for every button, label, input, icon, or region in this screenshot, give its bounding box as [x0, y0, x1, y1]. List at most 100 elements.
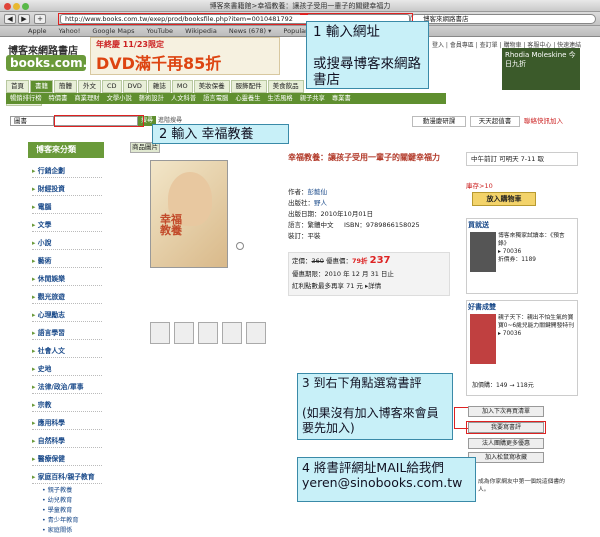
pointer-line: [454, 407, 468, 408]
tab-mo[interactable]: MO: [171, 80, 193, 93]
subnav-item[interactable]: 文學小說: [107, 95, 132, 102]
window-titlebar: 博客來書籍館>幸福教養：讓孩子受用一輩子的關鍵幸福力: [0, 0, 600, 12]
add-favorite-button[interactable]: 加入松鼠寫收藏: [468, 452, 544, 463]
pointer-line: [300, 14, 308, 15]
bonus-points[interactable]: 紅利點數最多再享 71 元 ▸詳情: [292, 282, 381, 291]
subnav-item[interactable]: 暢銷排行榜: [10, 95, 41, 102]
site-logo[interactable]: books.com.tw: [6, 55, 104, 71]
category-select[interactable]: 圖書: [10, 116, 54, 126]
sidebar-item[interactable]: 行銷企劃: [32, 165, 102, 178]
daily-deal-button[interactable]: 天天超值書: [470, 116, 520, 127]
promo-banner-title: DVD滿千再85折: [96, 54, 222, 73]
subnav-item[interactable]: 特價書: [48, 95, 67, 102]
bundle-text[interactable]: 親子天下：親出不怕生氣的寶寶0~6歲兒能力關鍵開發特刊 ▸ 70036: [498, 314, 576, 338]
bundle-image[interactable]: [470, 314, 496, 364]
author-row: 作者：彭懿仙: [288, 188, 327, 197]
thumbnail[interactable]: [174, 322, 194, 344]
close-icon[interactable]: [4, 3, 11, 10]
main-nav: 首頁書籍簡體外文CDDVD雜誌MO美妝保養服飾配件美食飲品創意生活: [6, 80, 306, 106]
sidebar-subitem[interactable]: 親子教養: [42, 486, 73, 496]
sidebar-item[interactable]: 文學: [32, 219, 102, 232]
bookmark-item[interactable]: YouTube: [147, 27, 173, 35]
author-link[interactable]: 彭懿仙: [308, 188, 328, 196]
bookmark-item[interactable]: Wikipedia: [185, 27, 217, 35]
first-reviewer-text: 成為你家網友中第一個說這個書的人。: [478, 479, 565, 493]
instruction-note-4: 4 將書評網址MAIL給我們 yeren@sinobooks.com.tw: [297, 457, 476, 502]
gift-image[interactable]: [470, 232, 496, 272]
sidebar-item[interactable]: 應用科學: [32, 417, 102, 430]
subnav-item[interactable]: 親子共享: [300, 95, 325, 102]
sidebar-item[interactable]: 語言學習: [32, 327, 102, 340]
pointer-line: [454, 428, 468, 429]
sidebar-subitem[interactable]: 家庭關係: [42, 526, 73, 536]
tab-fashion[interactable]: 服飾配件: [230, 80, 267, 93]
minimize-icon[interactable]: [13, 3, 20, 10]
price-row: 定價：360 優惠價：79折 237: [292, 256, 391, 266]
tab-foreign[interactable]: 外文: [78, 80, 101, 93]
instruction-note-2: 2 輸入 幸福教養: [152, 124, 289, 144]
gift-text[interactable]: 博客來獨家試讀本：《預言錄》 ▸ 70036 折價券：1189: [498, 232, 576, 264]
sidebar-item[interactable]: 自然科學: [32, 435, 102, 448]
instruction-note-1: 1 輸入網址 或搜尋博客來網路書店: [306, 21, 429, 89]
browser-search-input[interactable]: 博客來網路書店: [410, 14, 596, 24]
sidebar-item[interactable]: 史地: [32, 363, 102, 376]
thumbnail[interactable]: [198, 322, 218, 344]
list-price-label: 定價：: [292, 257, 312, 265]
discount-label: 優惠價：: [326, 257, 352, 265]
bookmark-item[interactable]: News (678) ▾: [229, 27, 271, 35]
subnav-item[interactable]: 語言電腦: [203, 95, 228, 102]
discount-period: 優惠期限：2010 年 12 月 31 日止: [292, 270, 394, 278]
side-ad[interactable]: Rhodia Moleskine 今日九折: [502, 48, 580, 90]
sidebar-item[interactable]: 心理勵志: [32, 309, 102, 322]
subnav-item[interactable]: 商業理財: [74, 95, 99, 102]
tab-simplified[interactable]: 簡體: [54, 80, 77, 93]
sidebar-item[interactable]: 家庭百科/親子教育: [32, 471, 102, 484]
newsletter-button[interactable]: 聯絡快訊加入: [524, 116, 584, 127]
zoom-icon[interactable]: [236, 242, 244, 250]
thumbnail[interactable]: [246, 322, 266, 344]
tab-books[interactable]: 書籍: [30, 80, 53, 93]
wishlist-button[interactable]: 加入下次再買清單: [468, 406, 544, 417]
sidebar-item[interactable]: 財經投資: [32, 183, 102, 196]
publisher-link[interactable]: 野人: [314, 199, 327, 207]
add-to-cart-button[interactable]: 放入購物車: [472, 192, 536, 206]
tab-home[interactable]: 首頁: [6, 80, 29, 93]
sidebar-item[interactable]: 藝術: [32, 255, 102, 268]
tab-magazine[interactable]: 雜誌: [147, 80, 171, 93]
sidebar-item[interactable]: 社會人文: [32, 345, 102, 358]
discount: 79折: [352, 257, 368, 265]
add-bookmark-button[interactable]: +: [34, 14, 46, 24]
promo-banner-subtitle: 年終慶 11/23限定: [96, 40, 164, 49]
bookmarks-bar: Apple Yahoo! Google Maps YouTube Wikiped…: [0, 26, 600, 37]
bookmark-item[interactable]: Yahoo!: [59, 27, 81, 35]
promo-button[interactable]: 動漫慶研課: [412, 116, 466, 127]
tab-beauty[interactable]: 美妝保養: [193, 80, 230, 93]
sidebar-item[interactable]: 電腦: [32, 201, 102, 214]
subnav-item[interactable]: 藝術設計: [139, 95, 164, 102]
tab-cd[interactable]: CD: [102, 80, 122, 93]
sub-nav: 暢銷排行榜 特價書 商業理財 文學小說 藝術設計 人文科普 語言電腦 心靈養生 生活風格 親子共享…: [6, 93, 446, 104]
tab-dvd[interactable]: DVD: [122, 80, 147, 93]
bookmark-item[interactable]: Google Maps: [92, 27, 134, 35]
bookmark-item[interactable]: Apple: [28, 27, 47, 35]
tab-food[interactable]: 美食飲品: [267, 80, 304, 93]
sidebar-item[interactable]: 觀光旅遊: [32, 291, 102, 304]
zoom-icon[interactable]: [22, 3, 29, 10]
sidebar-item[interactable]: 宗教: [32, 399, 102, 412]
subnav-item[interactable]: 生活風格: [268, 95, 293, 102]
sidebar-subitem[interactable]: 幼兒教育: [42, 496, 73, 506]
sidebar-item[interactable]: 小說: [32, 237, 102, 250]
group-buy-button[interactable]: 法人團購更多優惠: [468, 438, 544, 449]
subnav-item[interactable]: 心靈養生: [235, 95, 260, 102]
sidebar-item[interactable]: 休閒娛樂: [32, 273, 102, 286]
back-button[interactable]: ◀: [4, 14, 16, 24]
thumbnail[interactable]: [150, 322, 170, 344]
forward-button[interactable]: ▶: [18, 14, 30, 24]
sidebar-item[interactable]: 醫療保健: [32, 453, 102, 466]
sidebar-subitem[interactable]: 青少年教育: [42, 516, 79, 526]
subnav-item[interactable]: 專業書: [332, 95, 351, 102]
thumbnail[interactable]: [222, 322, 242, 344]
sidebar-subitem[interactable]: 學童教育: [42, 506, 73, 516]
sidebar-item[interactable]: 法律/政治/軍事: [32, 381, 102, 394]
subnav-item[interactable]: 人文科普: [171, 95, 196, 102]
